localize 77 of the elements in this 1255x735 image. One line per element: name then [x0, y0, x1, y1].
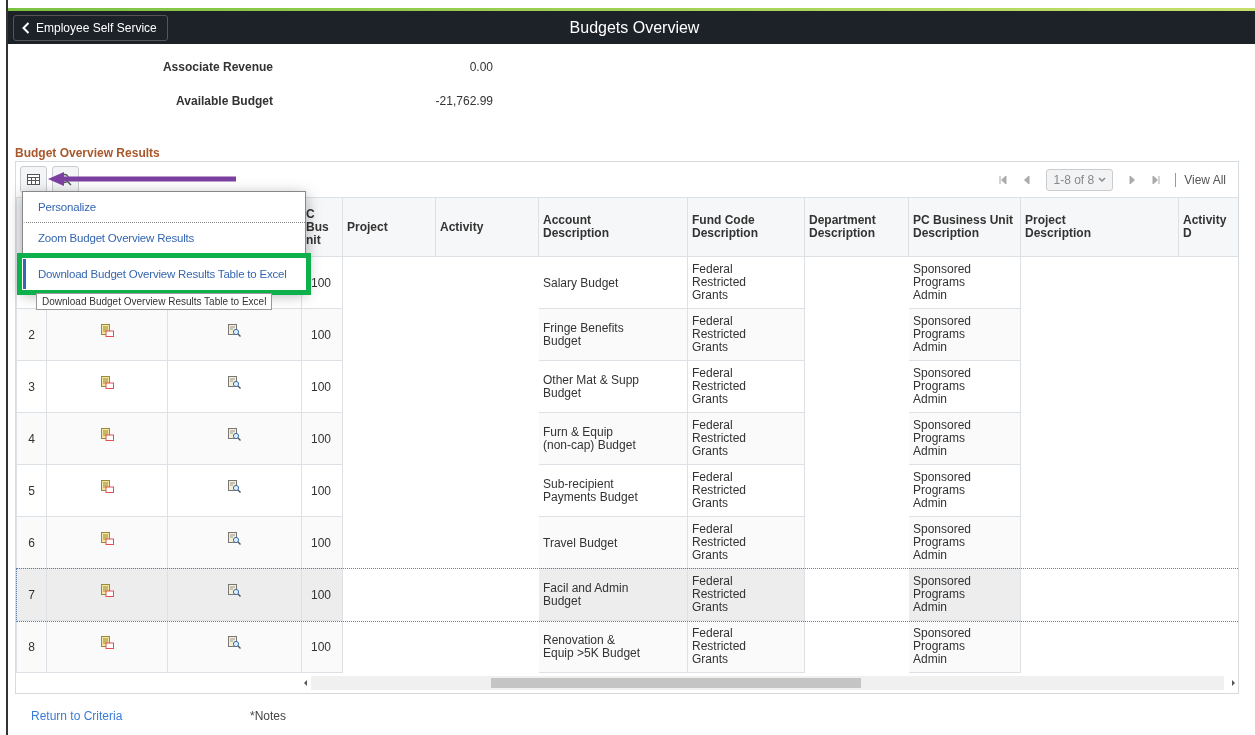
table-cell: 100	[301, 412, 343, 465]
table-cell: Sponsored Programs Admin	[908, 568, 1021, 621]
row-number: 7	[16, 568, 47, 621]
table-cell: Federal Restricted Grants	[687, 620, 805, 673]
table-cell: Sponsored Programs Admin	[908, 256, 1021, 309]
document-search-icon[interactable]	[228, 376, 241, 389]
table-cell: Sponsored Programs Admin	[908, 308, 1021, 361]
table-cell: Federal Restricted Grants	[687, 360, 805, 413]
table-cell: Federal Restricted Grants	[687, 256, 805, 309]
document-icon[interactable]	[100, 480, 114, 493]
document-search-icon[interactable]	[228, 584, 241, 597]
document-icon[interactable]	[100, 376, 114, 389]
field-value: -21,762.99	[434, 94, 493, 108]
grid-title: Budget Overview Results	[15, 146, 161, 160]
row-number: 3	[16, 360, 47, 413]
table-cell: Sponsored Programs Admin	[908, 412, 1021, 465]
column-header[interactable]: PC Business Unit Description	[908, 197, 1021, 257]
document-icon[interactable]	[100, 636, 114, 649]
table-cell: Facil and Admin Budget	[538, 568, 688, 621]
table-cell: Sponsored Programs Admin	[908, 360, 1021, 413]
table-cell: Sponsored Programs Admin	[908, 464, 1021, 517]
document-search-icon[interactable]	[228, 636, 241, 649]
menu-item[interactable]: Download Budget Overview Results Table to Excel	[23, 259, 305, 289]
table-cell: Fringe Benefits Budget	[538, 308, 688, 361]
table-cell: Federal Restricted Grants	[687, 568, 805, 621]
table-cell: 100	[301, 568, 343, 621]
tooltip: Download Budget Overview Results Table to Excel	[36, 293, 273, 310]
field-label: Available Budget	[175, 94, 273, 108]
table-cell: Sponsored Programs Admin	[908, 620, 1021, 673]
first-page-icon[interactable]	[998, 174, 1009, 185]
caret-icon	[1098, 176, 1107, 183]
chevron-left-icon	[22, 21, 30, 34]
table-cell: Other Mat & Supp Budget	[538, 360, 688, 413]
document-icon[interactable]	[100, 584, 114, 597]
table-cell: Salary Budget	[538, 256, 688, 309]
document-search-icon[interactable]	[228, 428, 241, 441]
row-number: 5	[16, 464, 47, 517]
return-link[interactable]: Return to Criteria	[31, 709, 250, 723]
column-header[interactable]: Activity	[435, 197, 539, 257]
grid-actions-button[interactable]	[20, 166, 47, 193]
column-header[interactable]: Activity D	[1178, 197, 1238, 257]
table-cell: 100	[301, 360, 343, 413]
table-cell: Federal Restricted Grants	[687, 464, 805, 517]
last-page-icon[interactable]	[1151, 174, 1162, 185]
row-number: 4	[16, 412, 47, 465]
column-header[interactable]: Fund Code Description	[687, 197, 805, 257]
document-icon[interactable]	[100, 428, 114, 441]
page-title: Budgets Overview	[569, 18, 700, 37]
scrollbar-thumb[interactable]	[491, 678, 861, 688]
document-search-icon[interactable]	[228, 480, 241, 493]
table-cell: Furn & Equip (non-cap) Budget	[538, 412, 688, 465]
notes-text: *Notes	[250, 709, 287, 723]
column-header[interactable]: Department Description	[804, 197, 909, 257]
table-cell: Renovation & Equip >5K Budget	[538, 620, 688, 673]
table-cell: 100	[301, 464, 343, 517]
previous-page-icon[interactable]	[1022, 174, 1033, 185]
column-header[interactable]: Account Description	[538, 197, 688, 257]
field-value: 0.00	[468, 60, 493, 74]
field-label: Associate Revenue	[161, 60, 273, 74]
table-cell: Federal Restricted Grants	[687, 308, 805, 361]
document-icon[interactable]	[100, 532, 114, 545]
column-header[interactable]: Project Description	[1020, 197, 1179, 257]
back-button[interactable]: Employee Self Service	[13, 14, 168, 41]
document-search-icon[interactable]	[228, 324, 241, 337]
view-all-link[interactable]: View All	[1175, 172, 1226, 187]
next-page-icon[interactable]	[1127, 174, 1138, 185]
table-cell: Federal Restricted Grants	[687, 412, 805, 465]
document-search-icon[interactable]	[228, 532, 241, 545]
column-header[interactable]: Project	[342, 197, 436, 257]
document-icon[interactable]	[100, 324, 114, 337]
table-cell: 100	[301, 620, 343, 673]
menu-item[interactable]: Personalize	[23, 192, 305, 223]
row-number: 8	[16, 620, 47, 673]
table-cell: 100	[301, 308, 343, 361]
scrollbar-track[interactable]	[311, 676, 1224, 690]
table-icon	[26, 173, 41, 186]
table-cell: Sub-recipient Payments Budget	[538, 464, 688, 517]
